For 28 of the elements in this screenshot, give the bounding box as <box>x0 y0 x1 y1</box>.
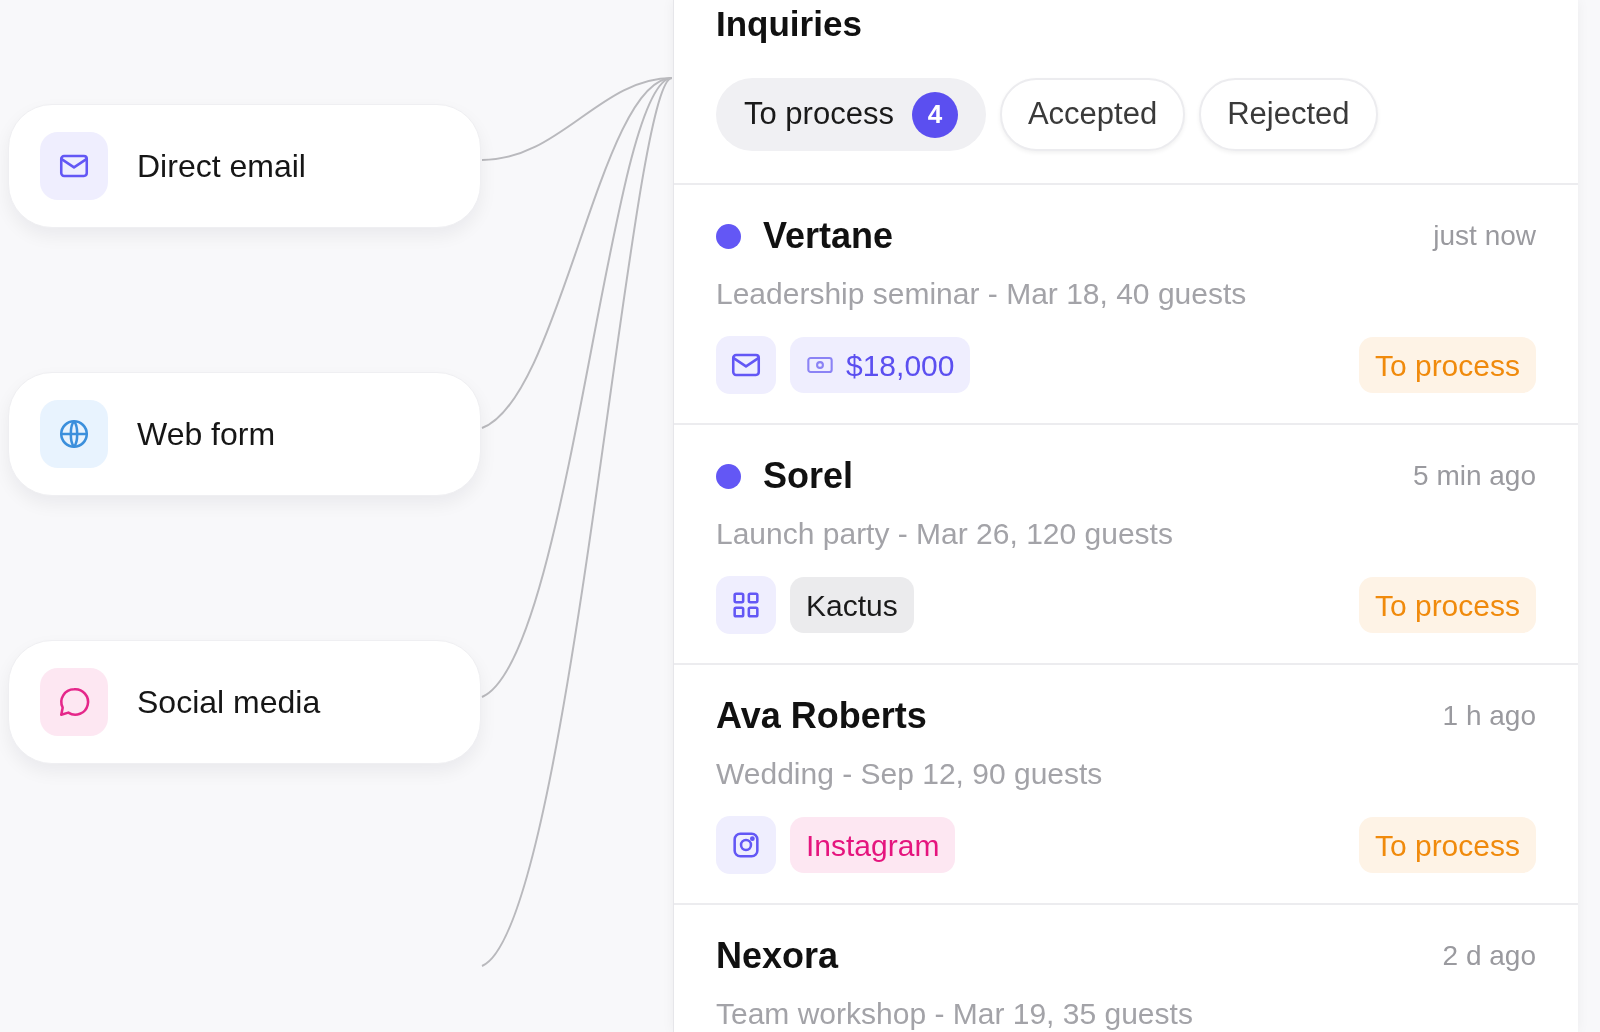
filter-tab[interactable]: Accepted <box>999 78 1186 151</box>
source-label: Social media <box>137 683 321 722</box>
status-badge: To process <box>1358 817 1536 873</box>
inquiry-details: Wedding - Sep 12, 90 guests <box>716 756 1104 792</box>
filter-tab[interactable]: Rejected <box>1199 78 1378 151</box>
inquiry-name: Vertane <box>763 214 894 258</box>
inquiry-name: Sorel <box>763 454 854 498</box>
panel-title: Inquiries <box>716 3 863 45</box>
inquiry-details: Leadership seminar - Mar 18, 40 guests <box>716 276 1248 312</box>
tag-chip: Kactus <box>790 577 914 633</box>
inquiry-name: Ava Roberts <box>716 694 927 738</box>
inquiry-name: Nexora <box>716 934 839 978</box>
inquiry-details: Team workshop - Mar 19, 35 guests <box>716 996 1194 1032</box>
inquiry-details: Launch party - Mar 26, 120 guests <box>716 516 1174 552</box>
speech-bubble-icon <box>57 685 91 719</box>
amount-text: $18,000 <box>846 347 955 384</box>
inquiry-time: 5 min ago <box>1413 459 1536 493</box>
inquiry-time: 2 d ago <box>1442 939 1536 973</box>
tag-chip: Instagram <box>790 817 956 873</box>
filter-tab[interactable]: To process 4 <box>716 78 986 151</box>
status-badge: To process <box>1358 577 1536 633</box>
count-badge: 4 <box>911 91 958 138</box>
inquiry-time: 1 h ago <box>1442 699 1536 733</box>
inquiry-time: just now <box>1433 219 1536 253</box>
source-label: Web form <box>137 415 276 454</box>
globe-icon <box>57 417 91 451</box>
source-label: Direct email <box>137 147 306 186</box>
status-badge: To process <box>1358 337 1536 393</box>
